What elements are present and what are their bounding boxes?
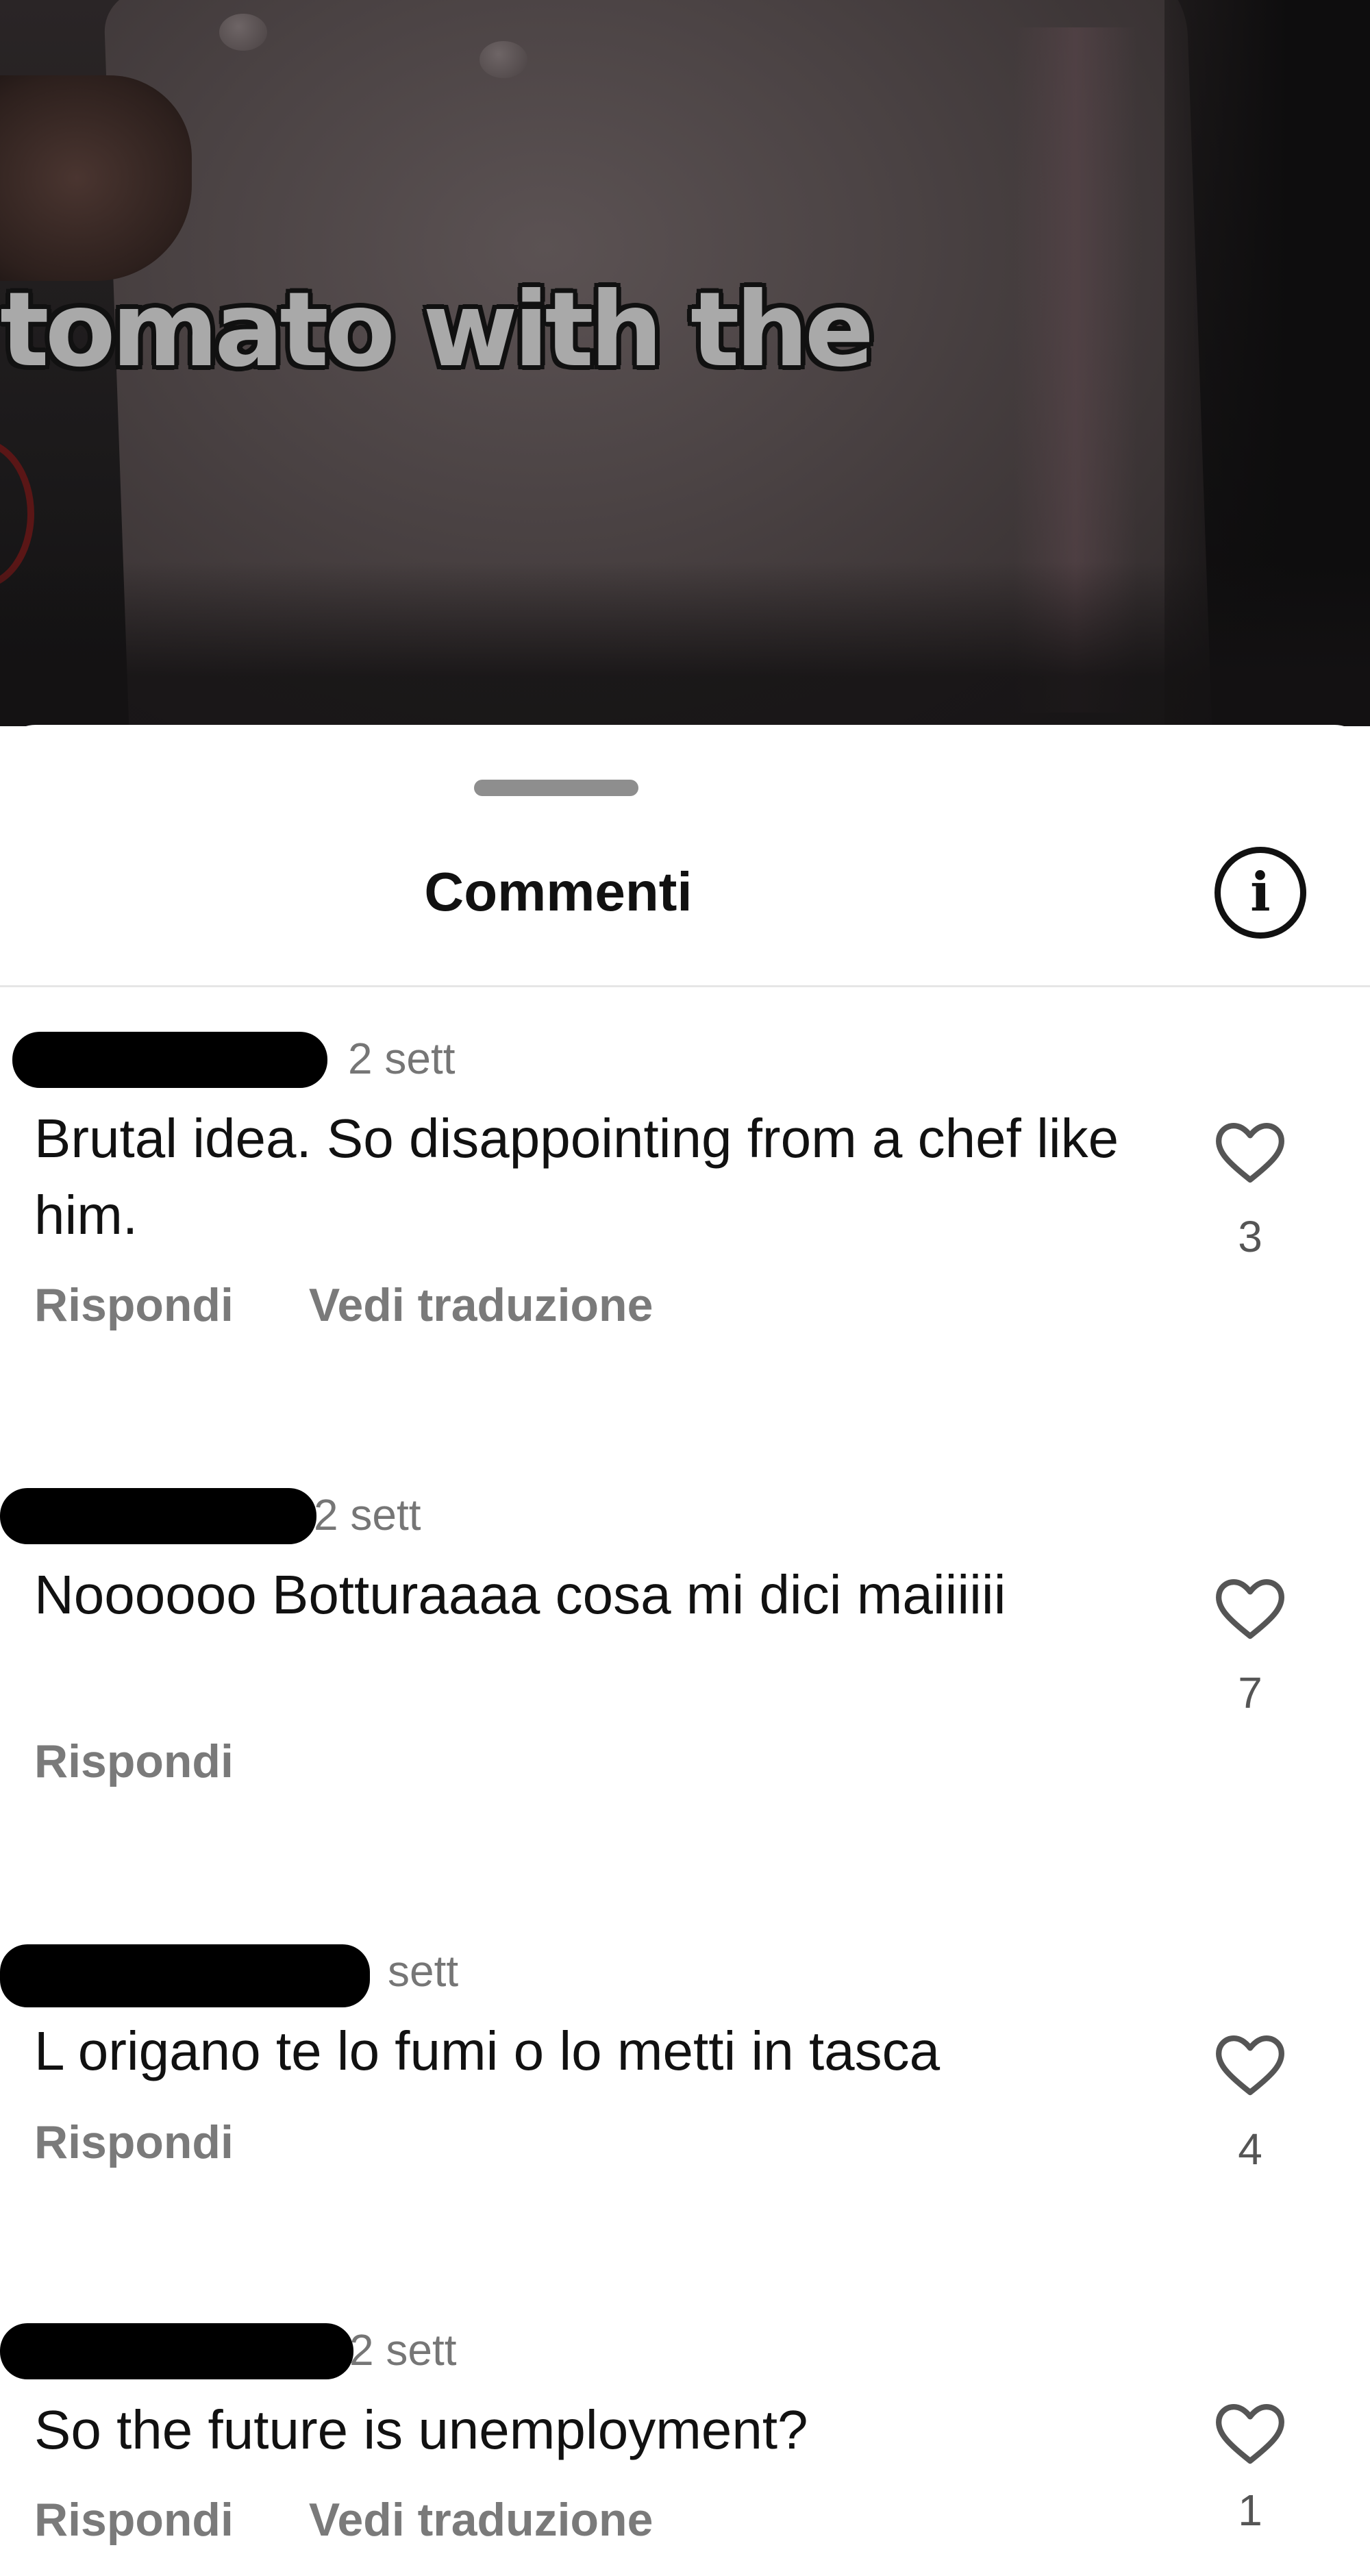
like-count: 3	[1238, 1212, 1262, 1261]
drag-handle[interactable]	[474, 780, 638, 796]
comment-time: 2 sett	[314, 1490, 421, 1539]
comment-actions: Rispondi	[34, 2116, 309, 2169]
redacted-username	[0, 1488, 316, 1544]
redacted-username	[0, 2323, 353, 2379]
heart-icon[interactable]	[1209, 2397, 1291, 2472]
translate-button[interactable]: Vedi traduzione	[309, 1279, 653, 1331]
jacket-button	[219, 14, 267, 51]
reply-button[interactable]: Rispondi	[34, 1279, 234, 1331]
reply-button[interactable]: Rispondi	[34, 2494, 234, 2546]
heart-icon[interactable]	[1209, 2028, 1291, 2103]
comments-sheet: Commenti i 2 sett Brutal idea. So disapp…	[0, 725, 1370, 2576]
redacted-username	[12, 1032, 327, 1088]
video-player[interactable]: tomato with the	[0, 0, 1370, 726]
comment-text: So the future is unemployment?	[34, 2399, 808, 2460]
like-count: 4	[1238, 2125, 1262, 2174]
divider	[0, 985, 1370, 987]
comment-time: sett	[388, 1946, 459, 1996]
info-icon[interactable]: i	[1215, 847, 1306, 939]
reply-button[interactable]: Rispondi	[34, 2116, 234, 2168]
redacted-username	[0, 1944, 370, 2007]
comment-time: 2 sett	[348, 1034, 456, 1083]
hand-image	[0, 75, 192, 281]
comment-text: Noooooo Botturaaaa cosa mi dici maiiiiii	[34, 1564, 1006, 1625]
video-caption: tomato with the	[0, 271, 874, 390]
heart-icon[interactable]	[1209, 1572, 1291, 1647]
jacket-button	[480, 41, 527, 78]
comment-text: Brutal idea. So disappointing from a che…	[34, 1108, 1119, 1246]
heart-icon[interactable]	[1209, 1115, 1291, 1191]
comment-actions: Rispondi	[34, 1735, 309, 1788]
video-bottom-gradient	[0, 562, 1370, 726]
like-count: 7	[1238, 1668, 1262, 1718]
comment-actions: Rispondi Vedi traduzione	[34, 1278, 728, 1332]
comment-text: L origano te lo fumi o lo metti in tasca	[34, 2020, 941, 2081]
reply-button[interactable]: Rispondi	[34, 1735, 234, 1787]
comment-time: 2 sett	[349, 2325, 457, 2375]
like-count: 1	[1238, 2486, 1262, 2535]
comment-actions: Rispondi Vedi traduzione	[34, 2493, 728, 2547]
translate-button[interactable]: Vedi traduzione	[309, 2494, 653, 2546]
sheet-title: Commenti	[424, 861, 693, 922]
